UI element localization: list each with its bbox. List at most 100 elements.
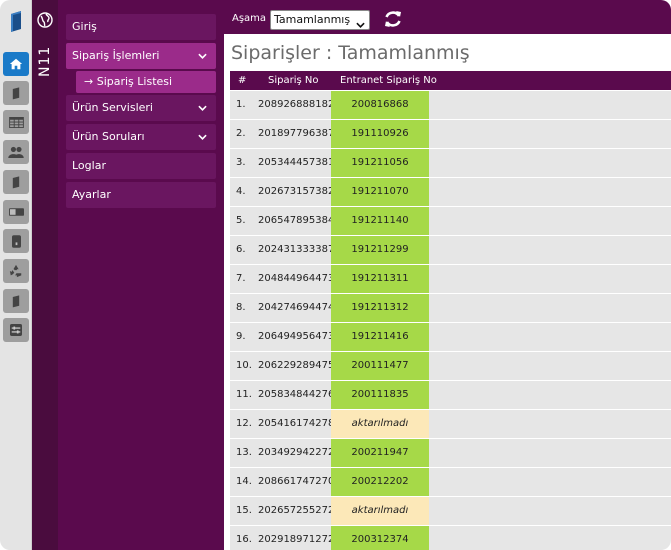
book-icon[interactable]	[3, 81, 29, 105]
refresh-icon[interactable]	[382, 8, 404, 30]
row-number: 9.	[236, 331, 246, 342]
brand-strip: N11	[32, 0, 58, 550]
order-number: 205344457381	[258, 157, 335, 168]
chevron-down-icon	[196, 95, 208, 121]
table-row[interactable]: 3. 205344457381 191211056	[230, 149, 671, 178]
stage-select-value: Tamamlanmış	[274, 13, 351, 26]
table-row[interactable]: 12. 205416174278 aktarılmadı	[230, 410, 671, 439]
nav-item-ayarlar[interactable]: Ayarlar	[66, 182, 216, 208]
table-row[interactable]: 4. 202673157382 191211070	[230, 178, 671, 207]
recycle-icon[interactable]	[3, 259, 29, 283]
nav-item-urun-sorulari[interactable]: Ürün Soruları	[66, 124, 216, 150]
table-row[interactable]: 5. 206547895384 191211140	[230, 207, 671, 236]
entranet-order-number: 191211299	[331, 236, 429, 264]
row-number: 1.	[236, 99, 246, 110]
row-number: 16.	[236, 534, 252, 545]
table-row[interactable]: 6. 202431333387 191211299	[230, 236, 671, 265]
table-row[interactable]: 16. 202918971272 200312374	[230, 526, 671, 550]
order-number: 205834844276	[258, 389, 335, 400]
entranet-order-number: 191110926	[331, 120, 429, 148]
order-number: 206547895384	[258, 215, 335, 226]
table-row[interactable]: 14. 208661747270 200212202	[230, 468, 671, 497]
nav-item-giris[interactable]: Giriş	[66, 14, 216, 40]
table-row[interactable]: 13. 203492942272 200211947	[230, 439, 671, 468]
row-number: 5.	[236, 215, 246, 226]
order-number: 201897796387	[258, 128, 335, 139]
entranet-order-number: 200816868	[331, 91, 429, 119]
entranet-order-number: 200111835	[331, 381, 429, 409]
table-row[interactable]: 11. 205834844276 200111835	[230, 381, 671, 410]
column-header-order-no: Sipariş No	[268, 75, 319, 86]
app-logo-icon	[11, 11, 21, 32]
nav-item-label: Ürün Servisleri	[72, 101, 153, 114]
book-icon[interactable]	[3, 170, 29, 194]
row-number: 10.	[236, 360, 252, 371]
table-row[interactable]: 2. 201897796387 191110926	[230, 120, 671, 149]
order-number: 202657255272	[258, 505, 335, 516]
table-row[interactable]: 10. 206229289475 200111477	[230, 352, 671, 381]
nav-item-label: Loglar	[72, 159, 106, 172]
orders-table-body: 1. 208926888182 200816868 2. 201897796387 191…	[230, 91, 671, 550]
chevron-down-icon	[196, 124, 208, 150]
app-window: N11 Giriş Sipariş İşlemleri → Sipariş Li…	[0, 0, 671, 550]
nav-item-label: Giriş	[72, 20, 97, 33]
order-number: 204844964473	[258, 273, 335, 284]
entranet-order-number: 200211947	[331, 439, 429, 467]
column-header-entranet-no: Entranet Sipariş No	[340, 75, 437, 86]
nav-item-siparis-islemleri[interactable]: Sipariş İşlemleri	[66, 43, 216, 69]
row-number: 11.	[236, 389, 252, 400]
order-number: 208926888182	[258, 99, 335, 110]
entranet-order-number: 191211140	[331, 207, 429, 235]
nav-item-urun-servisleri[interactable]: Ürün Servisleri	[66, 95, 216, 121]
top-bar: Aşama : Tamamlanmış	[224, 0, 671, 34]
page-title: Siparişler : Tamamlanmış	[231, 42, 470, 64]
row-number: 12.	[236, 418, 252, 429]
entranet-order-number: 200111477	[331, 352, 429, 380]
column-header-num: #	[238, 75, 247, 86]
home-icon[interactable]	[3, 52, 29, 76]
nav-item-loglar[interactable]: Loglar	[66, 153, 216, 179]
row-number: 3.	[236, 157, 246, 168]
nav-item-label: Ayarlar	[72, 188, 111, 201]
entranet-order-number: aktarılmadı	[331, 497, 429, 525]
table-row[interactable]: 15. 202657255272 aktarılmadı	[230, 497, 671, 526]
row-number: 14.	[236, 476, 252, 487]
table-row[interactable]: 9. 206494956473 191211416	[230, 323, 671, 352]
stage-select[interactable]: Tamamlanmış	[270, 10, 370, 30]
order-number: 208661747270	[258, 476, 335, 487]
sidebar-nav: Giriş Sipariş İşlemleri → Sipariş Listes…	[58, 0, 224, 550]
table-header: # Sipariş No Entranet Sipariş No	[230, 71, 671, 90]
row-number: 13.	[236, 447, 252, 458]
table-icon[interactable]	[3, 110, 29, 134]
nav-item-label: Ürün Soruları	[72, 130, 145, 143]
book-icon[interactable]	[3, 289, 29, 313]
table-row[interactable]: 1. 208926888182 200816868	[230, 91, 671, 120]
entranet-order-number: 191211311	[331, 265, 429, 293]
row-number: 15.	[236, 505, 252, 516]
chevron-down-icon	[196, 43, 208, 69]
toggle-icon[interactable]	[3, 200, 29, 224]
entranet-order-number: 191211070	[331, 178, 429, 206]
entranet-order-number: 191211056	[331, 149, 429, 177]
row-number: 8.	[236, 302, 246, 313]
table-row[interactable]: 8. 204274694474 191211312	[230, 294, 671, 323]
table-row[interactable]: 7. 204844964473 191211311	[230, 265, 671, 294]
icon-rail	[0, 0, 32, 550]
stage-label: Aşama :	[232, 13, 273, 24]
row-number: 7.	[236, 273, 246, 284]
nav-item-label: Sipariş İşlemleri	[72, 49, 160, 62]
order-number: 203492942272	[258, 447, 335, 458]
device-icon[interactable]	[3, 229, 29, 253]
chevron-down-icon	[356, 16, 365, 34]
entranet-order-number: 191211416	[331, 323, 429, 351]
entranet-order-number: 200212202	[331, 468, 429, 496]
row-number: 4.	[236, 186, 246, 197]
order-number: 202431333387	[258, 244, 335, 255]
nav-subitem-siparis-listesi[interactable]: → Sipariş Listesi	[76, 71, 216, 93]
order-number: 202673157382	[258, 186, 335, 197]
settings-icon[interactable]	[3, 318, 29, 342]
users-icon[interactable]	[3, 140, 29, 164]
order-number: 206229289475	[258, 360, 335, 371]
entranet-order-number: 200312374	[331, 526, 429, 550]
order-number: 206494956473	[258, 331, 335, 342]
